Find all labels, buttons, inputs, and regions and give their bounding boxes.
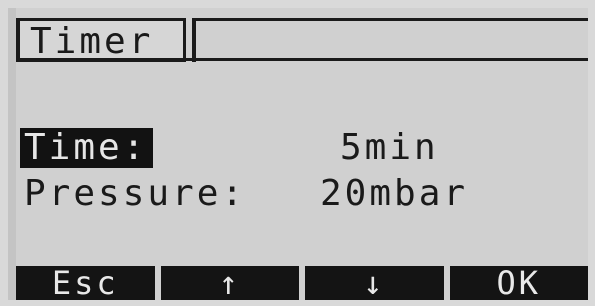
arrow-up-icon[interactable]: ↑: [160, 266, 299, 300]
pressure-value: 20mbar: [320, 173, 469, 214]
ok-button[interactable]: OK: [449, 266, 588, 300]
page-title: Timer: [30, 21, 154, 62]
softkey-bar: Esc ↑ ↓ OK: [16, 266, 588, 300]
lcd-screen: Timer Time: 5min Pressure: 20mbar Esc ↑ …: [8, 8, 588, 300]
pressure-label: Pressure:: [24, 173, 247, 214]
title-divider: [16, 58, 588, 61]
pressure-setting-row[interactable]: Pressure: 20mbar: [8, 172, 588, 216]
time-value: 5min: [340, 127, 439, 168]
time-setting-row[interactable]: Time: 5min: [8, 126, 588, 170]
time-label: Time:: [20, 128, 154, 168]
title-bar-filler: [192, 18, 588, 62]
esc-button[interactable]: Esc: [16, 266, 155, 300]
title-tab: Timer: [16, 18, 186, 62]
arrow-down-icon[interactable]: ↓: [305, 266, 444, 300]
